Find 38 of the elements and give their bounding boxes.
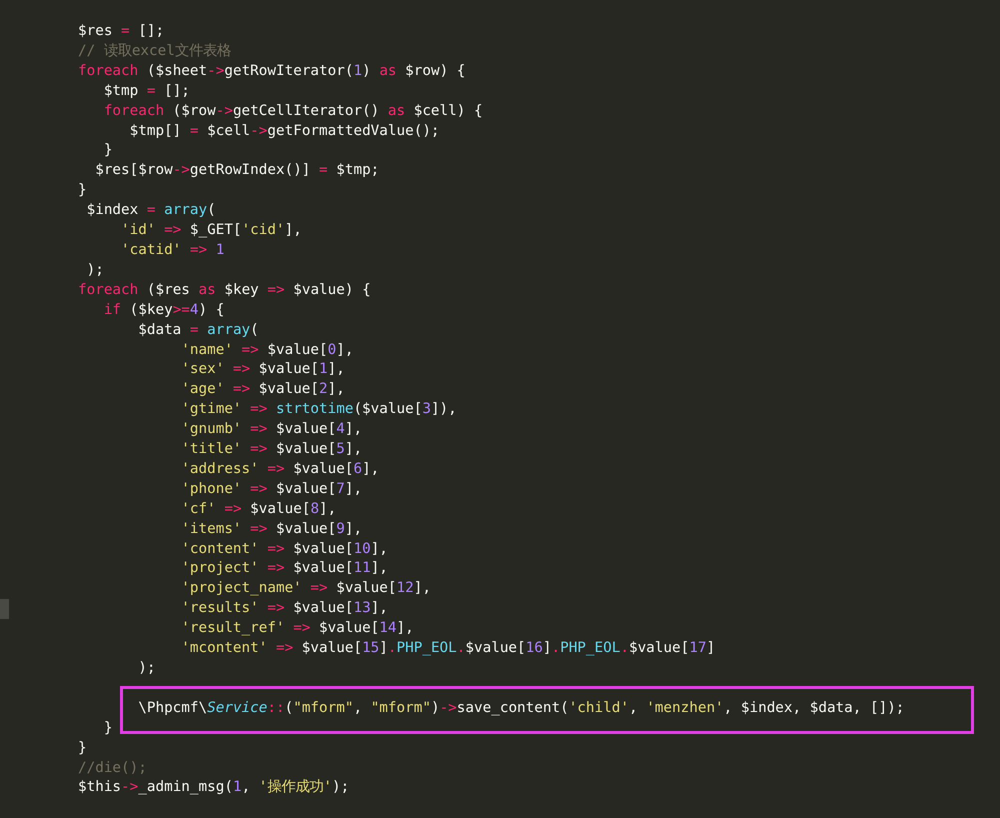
code-line: 'cf' => $value[8], xyxy=(180,500,336,519)
code-line: //die(); xyxy=(78,758,147,778)
code-line: foreach ($sheet->getRowIterator(1) as $row) { xyxy=(78,62,466,81)
code-line: } xyxy=(78,738,87,758)
code-line: } xyxy=(102,141,112,160)
code-line: $index = array( xyxy=(86,201,216,220)
code-line: foreach ($res as $key => $value) { xyxy=(78,280,371,300)
code-line: $res[$row->getRowIndex()] = $tmp; xyxy=(94,161,380,180)
code-line: 'items' => $value[9], xyxy=(180,520,362,539)
code-line: 'gnumb' => $value[4], xyxy=(180,420,362,440)
code-line: 'mcontent' => $value[15].PHP_EOL.$value[16].PHP_EOL.$value[17] xyxy=(180,639,716,658)
code-line: 'results' => $value[13], xyxy=(180,599,388,618)
code-line: 'project_name' => $value[12], xyxy=(180,579,431,598)
code-line: 'gtime' => strtotime($value[3]), xyxy=(180,400,457,420)
code-line: } xyxy=(78,181,87,200)
code-line: 'phone' => $value[7], xyxy=(180,480,362,499)
code-line: 'name' => $value[0], xyxy=(180,340,354,360)
code-line: 'sex' => $value[1], xyxy=(180,360,345,380)
code-line: $tmp[] = $cell->getFormattedValue(); xyxy=(128,122,440,141)
code-line: $tmp = []; xyxy=(102,82,190,101)
code-line: $this->_admin_msg(1, '操作成功'); xyxy=(78,778,350,798)
code-line: $data = array( xyxy=(137,320,259,340)
code-line: 'age' => $value[2], xyxy=(180,380,345,400)
code-line: 'title' => $value[5], xyxy=(180,440,362,460)
code-line: 'address' => $value[6], xyxy=(180,460,380,479)
code-line: ); xyxy=(86,260,104,280)
code-line: // 读取excel文件表格 xyxy=(78,42,231,61)
code-line: } xyxy=(102,718,112,738)
code-line: 'result_ref' => $value[14], xyxy=(180,619,414,638)
code-line: $res = []; xyxy=(78,22,164,41)
code-line: 'id' => $_GET['cid'], xyxy=(120,221,302,240)
code-line: if ($key>=4) { xyxy=(102,300,224,320)
code-line: 'project' => $value[11], xyxy=(180,559,388,578)
code-line: 'content' => $value[10], xyxy=(180,540,388,559)
code-line: \Phpcmf\Service::("mform", "mform")->save_content('child', 'menzhen', $index, $data, []); xyxy=(137,698,904,718)
code-line: 'catid' => 1 xyxy=(120,240,224,260)
code-line: ); xyxy=(137,659,156,678)
code-line: foreach ($row->getCellIterator() as $cell) { xyxy=(102,102,483,121)
